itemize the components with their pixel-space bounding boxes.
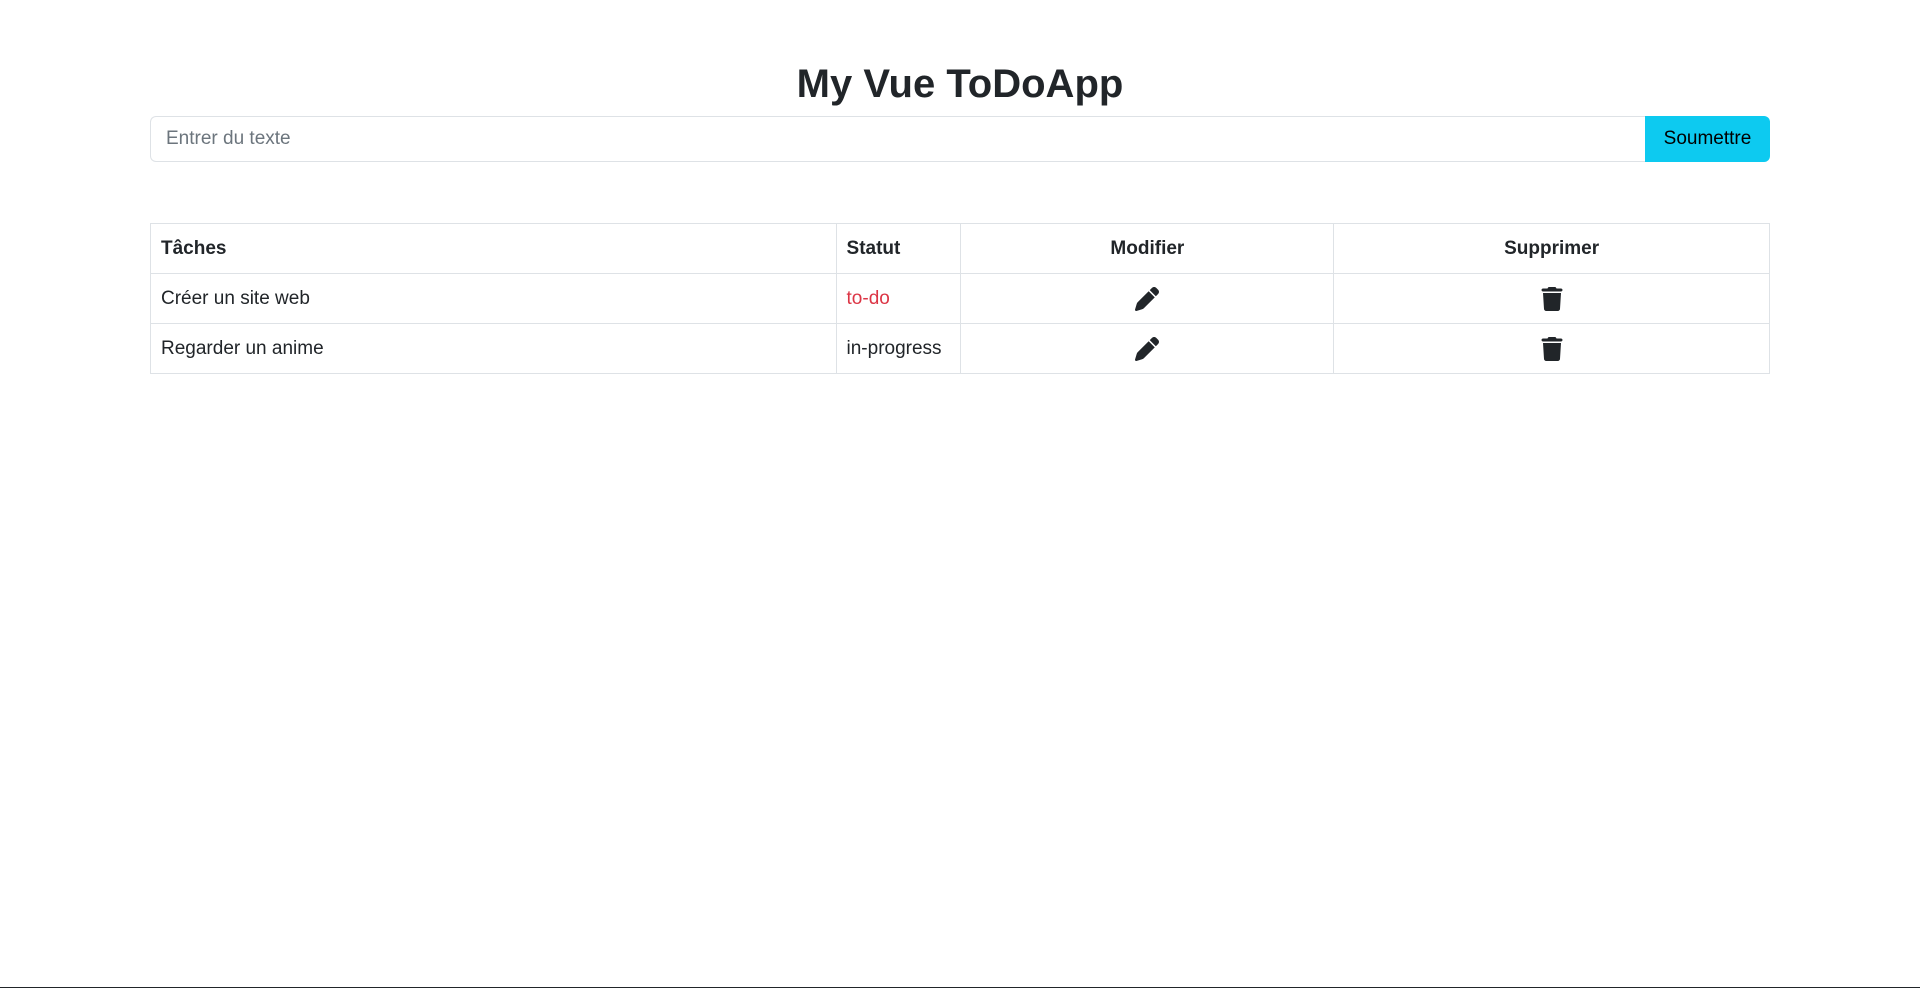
edit-cell <box>960 323 1335 374</box>
header-edit: Modifier <box>960 223 1335 274</box>
task-name-cell: Créer un site web <box>150 273 837 324</box>
page-title: My Vue ToDoApp <box>796 62 1124 106</box>
task-name-cell: Regarder un anime <box>150 323 837 374</box>
main-container: My Vue ToDoApp Soumettre Tâches Statut M… <box>150 0 1770 374</box>
trash-icon-svg <box>1541 286 1563 311</box>
header-status: Statut <box>835 223 962 274</box>
delete-cell <box>1333 323 1770 374</box>
tasks-table: Tâches Statut Modifier Supprimer Créer u… <box>150 223 1770 374</box>
task-text-input[interactable] <box>150 116 1645 162</box>
task-input-group: Soumettre <box>150 116 1770 162</box>
edit-cell <box>960 273 1335 324</box>
pencil-icon[interactable] <box>1135 286 1160 311</box>
status-cell: to-do <box>835 273 962 324</box>
pencil-icon-svg <box>1135 336 1160 361</box>
submit-button[interactable]: Soumettre <box>1645 116 1770 162</box>
trash-icon[interactable] <box>1540 286 1564 311</box>
table-row: Créer un site web to-do <box>150 273 1770 324</box>
delete-cell <box>1333 273 1770 324</box>
header-task: Tâches <box>150 223 837 274</box>
pencil-icon[interactable] <box>1135 336 1160 361</box>
pencil-icon-svg <box>1135 286 1160 311</box>
page: My Vue ToDoApp Soumettre Tâches Statut M… <box>0 0 1920 988</box>
header-delete: Supprimer <box>1333 223 1770 274</box>
table-row: Regarder un anime in-progress <box>150 323 1770 374</box>
trash-icon-svg <box>1541 336 1563 361</box>
status-cell: in-progress <box>835 323 962 374</box>
table-header-row: Tâches Statut Modifier Supprimer <box>150 223 1770 274</box>
trash-icon[interactable] <box>1540 336 1564 361</box>
